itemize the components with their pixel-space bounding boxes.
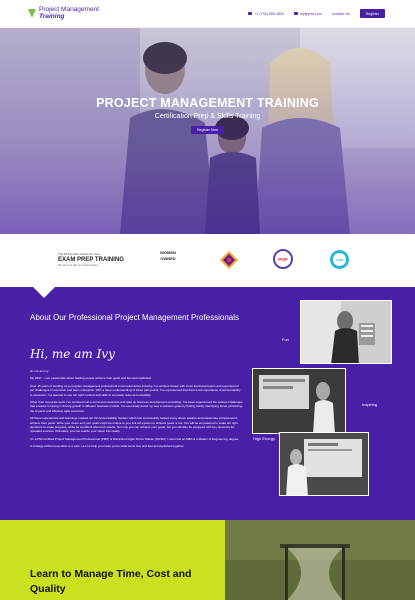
about-paragraph: Hi, me am Ivy <box>30 369 49 373</box>
about-paragraph: Over 15 years of working as a program ma… <box>30 383 241 397</box>
logo-subtitle: Training <box>39 13 65 20</box>
high-energy-label: High Energy <box>253 436 276 441</box>
about-title: About Our Professional Project Managemen… <box>30 313 239 322</box>
register-now-button[interactable]: Register Now <box>191 126 224 134</box>
fun-photo <box>300 300 392 364</box>
email-link[interactable]: ivy@pmt.com <box>294 12 322 16</box>
about-paragraph: I'm a PMI-certified Project Management P… <box>30 436 239 441</box>
about-paragraph: A strategy without execution is a wish. … <box>30 444 185 449</box>
women-owned-badge: WOMEN OWNED <box>160 250 176 261</box>
learn-title: Learn to Manage Time, Cost and Quality <box>30 568 192 595</box>
pmp-badge: PMP <box>273 249 293 269</box>
register-button[interactable]: Register <box>359 9 385 18</box>
phone-icon <box>248 12 253 15</box>
about-paragraph: My WHY - I am passionate about helping p… <box>30 376 152 381</box>
pmi-registered-badge <box>220 251 238 269</box>
hero-title: PROJECT MANAGEMENT TRAINING <box>96 96 319 110</box>
section-notch <box>33 287 55 298</box>
mail-icon <box>294 12 298 15</box>
csm-badge: CSM <box>330 250 349 269</box>
hourglass-photo <box>225 520 415 600</box>
about-greeting: Hi, me am Ivy <box>30 347 115 361</box>
logo-mark-icon <box>28 8 36 19</box>
about-body: Hi, me am Ivy My WHY - I am passionate a… <box>30 369 243 452</box>
inspiring-photo <box>252 368 346 434</box>
about-paragraph: Other than corporate work, I've ventured… <box>30 400 243 413</box>
top-nav: +1 (734) 555-2833 ivy@pmt.com Contact Us… <box>248 9 385 18</box>
inspiring-label: Inspiring <box>362 402 378 407</box>
exam-prep-tagline: The #1 Premier Choice for Your EXAM PREP… <box>58 252 124 267</box>
contact-link[interactable]: Contact Us <box>332 12 350 16</box>
site-logo[interactable]: Project Management Training <box>28 6 99 20</box>
hero-subtitle: Certification Prep & Skills Training <box>154 113 261 120</box>
site-header: Project Management Training +1 (734) 555… <box>0 0 415 28</box>
fun-label: Fun <box>282 337 289 342</box>
high-energy-photo <box>279 432 369 496</box>
phone-link[interactable]: +1 (734) 555-2833 <box>248 12 284 16</box>
about-paragraph: All these experiences and learnings crea… <box>30 416 238 434</box>
